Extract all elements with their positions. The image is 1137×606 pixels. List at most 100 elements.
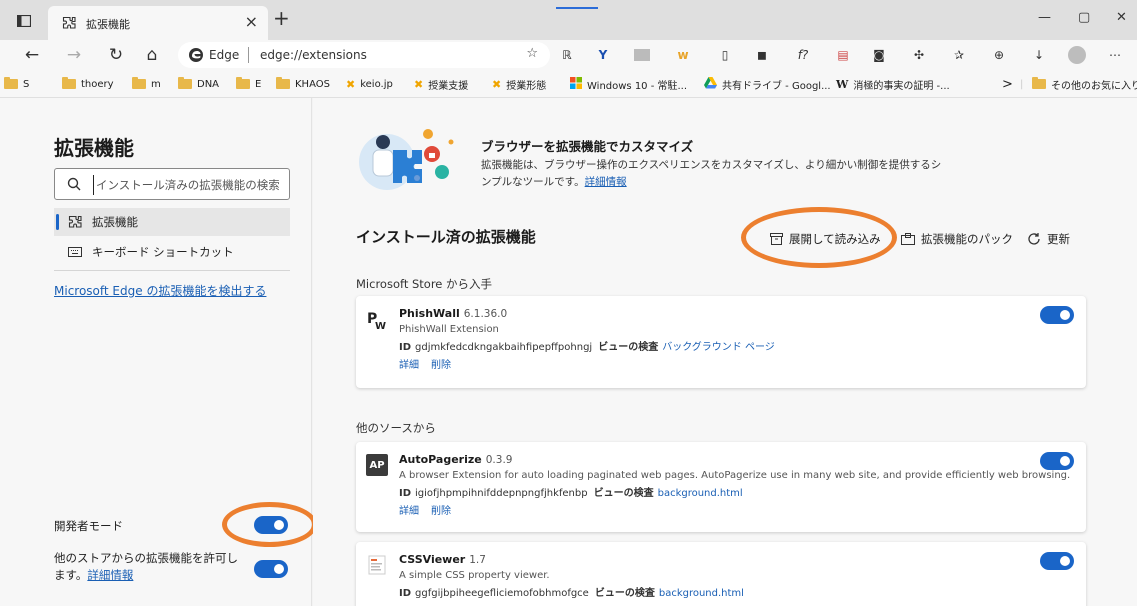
profile-avatar[interactable] (1068, 46, 1086, 64)
main-content: ブラウザーを拡張機能でカスタマイズ 拡張機能は、ブラウザー操作のエクスペリエンス… (313, 98, 1137, 606)
url-text[interactable]: edge://extensions (260, 48, 367, 62)
ext-w-icon[interactable]: w (674, 46, 692, 64)
load-unpacked-button[interactable]: 展開して読み込み (770, 230, 881, 248)
ext-reader-icon[interactable]: ℝ (558, 46, 576, 64)
favorites-icon[interactable]: ✰ (950, 46, 968, 64)
keio-icon: ✖ (414, 77, 424, 91)
maximize-button[interactable]: ▢ (1078, 10, 1090, 25)
puzzle-icon (62, 16, 76, 29)
tab-actions-icon (17, 15, 31, 27)
folder-icon (4, 77, 18, 89)
ext-calendar-icon[interactable]: ▤ (834, 46, 852, 64)
extension-enable-toggle[interactable] (1040, 552, 1074, 570)
back-button[interactable]: ← (20, 44, 44, 66)
details-link[interactable]: 詳細 (399, 360, 419, 371)
refresh-icon (1027, 232, 1041, 246)
ext-ap-icon[interactable] (633, 46, 651, 64)
bookmark-folder[interactable]: E (236, 76, 261, 92)
extension-id-line: ID ggfgijbpiheegefliciemofobhmofgce ビューの検査… (399, 588, 744, 599)
bookmarks-bar: S thoery m DNA E KHAOS ✖ keio.jp ✖ 授業支援 ✖ 授… (0, 70, 1137, 98)
bookmark-site[interactable]: ✖ 授業支援 (414, 76, 468, 92)
extensions-puzzle-icon[interactable]: ✣ (910, 46, 928, 64)
new-tab-button[interactable]: + (273, 8, 290, 28)
toggle-knob (1060, 310, 1070, 320)
bookmark-folder[interactable]: KHAOS (276, 76, 330, 92)
inspect-view-link[interactable]: バックグラウンド ページ (662, 342, 775, 353)
minimize-button[interactable]: — (1038, 10, 1051, 25)
extension-card: CSSViewer 1.7 A simple CSS property viewe… (356, 542, 1086, 606)
downloads-icon[interactable]: ↓ (1030, 46, 1048, 64)
extension-enable-toggle[interactable] (1040, 452, 1074, 470)
bookmark-site[interactable]: W 消極的事実の証明 -... (836, 76, 950, 92)
tab-extensions[interactable]: 拡張機能 × (48, 6, 268, 40)
keio-icon: ✖ (492, 77, 502, 91)
forward-button[interactable]: → (62, 44, 86, 66)
ext-black-icon[interactable]: ◼ (753, 46, 771, 64)
close-window-button[interactable]: ✕ (1116, 10, 1127, 25)
puzzle-icon (68, 215, 82, 229)
toggle-knob (1060, 456, 1070, 466)
remove-link[interactable]: 削除 (431, 360, 451, 371)
autopagerize-logo-icon: AP (366, 454, 388, 476)
bookmark-folder-other[interactable]: その他のお気に入り (1032, 76, 1137, 92)
bookmark-folder[interactable]: DNA (178, 76, 219, 92)
collections-icon[interactable]: ⊕ (990, 46, 1008, 64)
bookmark-site[interactable]: ✖ 授業形態 (492, 76, 546, 92)
toolbar: ← → ↻ ⌂ Edge edge://extensions ☆ ℝ Y w ▯… (0, 40, 1137, 70)
developer-mode-toggle[interactable] (254, 516, 288, 534)
favorite-star-icon[interactable]: ☆ (526, 46, 538, 61)
folder-icon (62, 77, 76, 89)
allow-other-stores-toggle[interactable] (254, 560, 288, 578)
allow-stores-learn-more-link[interactable]: 詳細情報 (87, 568, 133, 582)
bookmark-folder[interactable]: S (4, 76, 29, 92)
hero-title: ブラウザーを拡張機能でカスタマイズ (481, 139, 694, 154)
tab-bar: 拡張機能 × + — ▢ ✕ (0, 0, 1137, 40)
sidebar: 拡張機能 拡張機能 キーボード ショートカット Microsoft Edge の… (0, 98, 317, 606)
extension-enable-toggle[interactable] (1040, 306, 1074, 324)
update-button[interactable]: 更新 (1027, 230, 1070, 248)
search-input[interactable] (93, 175, 283, 195)
ext-page-icon[interactable]: ▯ (716, 46, 734, 64)
ext-y-icon[interactable]: Y (594, 46, 612, 64)
bookmark-site[interactable]: 共有ドライブ - Googl... (704, 76, 831, 92)
details-link[interactable]: 詳細 (399, 506, 419, 517)
inspect-view-link[interactable]: background.html (658, 488, 743, 499)
edge-logo-icon (189, 48, 203, 62)
bookmarks-divider: | (1020, 78, 1024, 90)
remove-link[interactable]: 削除 (431, 506, 451, 517)
edge-label: Edge (209, 48, 240, 62)
tab-title: 拡張機能 (86, 18, 130, 31)
discover-extensions-link[interactable]: Microsoft Edge の拡張機能を検出する (54, 282, 266, 299)
bookmark-folder[interactable]: m (132, 76, 161, 92)
extension-id: ggfgijbpiheegefliciemofobhmofgce (415, 588, 589, 599)
bookmarks-overflow-button[interactable]: > (1002, 76, 1013, 92)
extension-actions: 詳細 削除 (399, 502, 463, 517)
tab-close-icon[interactable]: × (245, 12, 258, 31)
more-menu-icon[interactable]: ⋯ (1106, 46, 1124, 64)
tab-actions-button[interactable] (10, 9, 38, 33)
toggle-knob (274, 564, 284, 574)
bookmark-folder[interactable]: thoery (62, 76, 114, 92)
inspect-view-link[interactable]: background.html (659, 588, 744, 599)
ext-box-icon[interactable]: ◙ (870, 46, 888, 64)
hero-learn-more-link[interactable]: 詳細情報 (585, 176, 627, 188)
address-bar[interactable]: Edge edge://extensions ☆ (178, 42, 550, 68)
allow-other-stores-label: 他のストアからの拡張機能を許可します。詳細情報 (54, 551, 238, 582)
ext-function-icon[interactable]: f? (794, 46, 812, 64)
pack-extension-button[interactable]: 拡張機能のパック (901, 230, 1013, 248)
section-label-other: 他のソースから (356, 421, 436, 435)
refresh-button[interactable]: ↻ (104, 44, 128, 66)
phishwall-logo-icon: PW (367, 311, 386, 330)
sidebar-item-extensions[interactable]: 拡張機能 (54, 208, 290, 236)
wikipedia-icon: W (836, 77, 849, 91)
sidebar-item-keyboard-shortcuts[interactable]: キーボード ショートカット (54, 238, 290, 266)
search-box[interactable] (54, 168, 290, 200)
home-button[interactable]: ⌂ (140, 44, 164, 66)
bookmark-site[interactable]: Windows 10 - 常駐... (570, 76, 687, 92)
extension-version: 6.1.36.0 (463, 308, 508, 320)
folder-icon (132, 77, 146, 89)
extension-card: AP AutoPagerize 0.3.9 A browser Extension… (356, 442, 1086, 532)
bookmark-site[interactable]: ✖ keio.jp (346, 76, 393, 92)
keyboard-icon (68, 245, 82, 259)
windows-logo-icon (570, 76, 582, 92)
